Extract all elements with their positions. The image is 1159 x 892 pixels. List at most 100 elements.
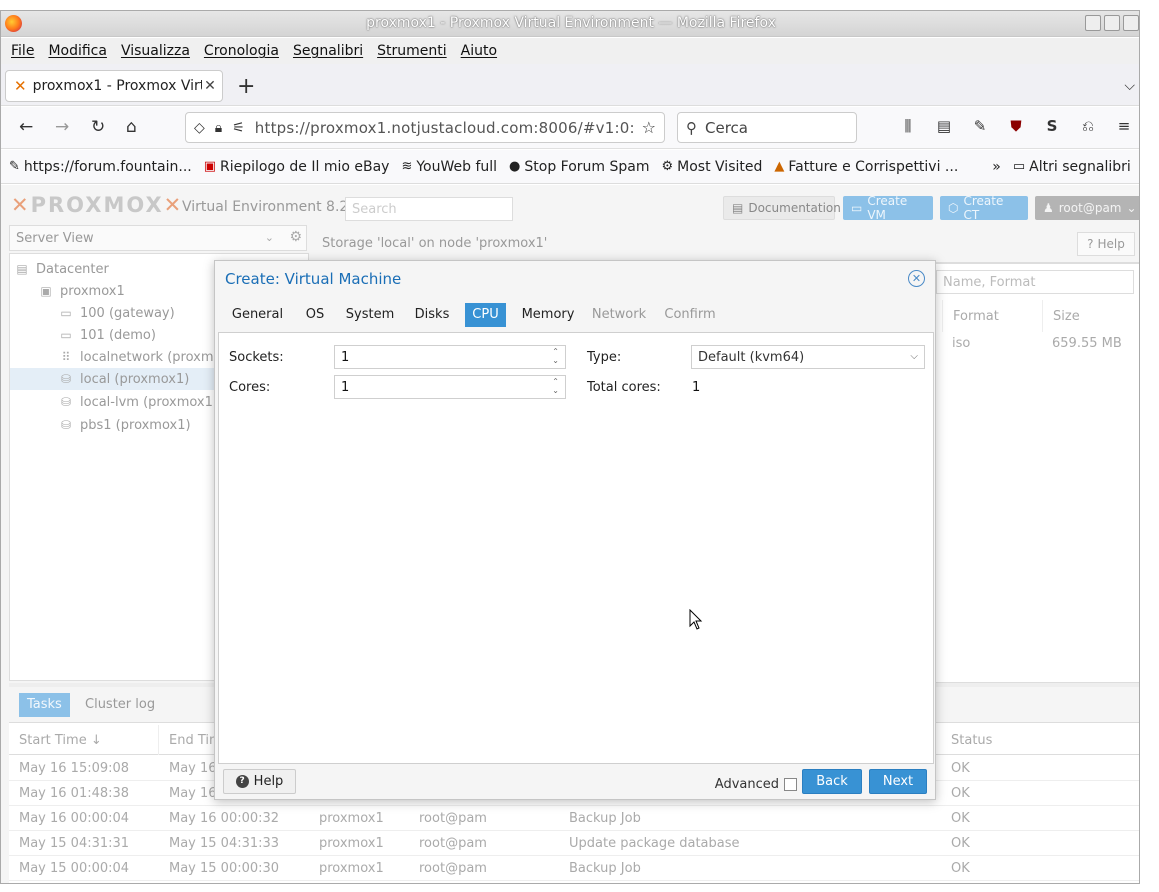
tree-item-vm[interactable]: ▭ 101 (demo)	[58, 324, 156, 346]
tree-label: local-lvm (proxmox1)	[80, 394, 218, 410]
cell-status: OK	[951, 811, 970, 826]
extension-icon[interactable]: ✎	[969, 117, 991, 135]
cell-size[interactable]: 659.55 MB	[1042, 336, 1132, 351]
create-ct-button[interactable]: ⬡ Create CT	[940, 194, 1028, 222]
bookmark-item[interactable]: ● Stop Forum Spam	[509, 159, 649, 175]
cell-start: May 16 01:48:38	[19, 786, 130, 801]
tab-general[interactable]: General	[225, 303, 290, 327]
tab-disks[interactable]: Disks	[410, 303, 454, 327]
back-button[interactable]: Back	[802, 769, 862, 794]
column-header-start-time[interactable]: Start Time ↓	[9, 725, 159, 755]
tab-os[interactable]: OS	[299, 303, 331, 327]
bookmark-item[interactable]: ✎ https://forum.fountain...	[9, 159, 192, 175]
column-header-format[interactable]: Format	[942, 300, 1040, 332]
cell-node: proxmox1	[319, 836, 384, 851]
help-button[interactable]: ? Help	[223, 769, 296, 794]
table-row[interactable]: May 15 00:00:04 May 15 00:00:30 proxmox1…	[9, 856, 1139, 881]
close-tab-icon[interactable]: ✕	[202, 78, 218, 94]
tree-item-node[interactable]: ▣ proxmox1	[38, 280, 125, 302]
cell-status: OK	[951, 836, 970, 851]
bookmark-star-icon[interactable]: ☆	[642, 118, 656, 137]
tree-label: proxmox1	[60, 283, 125, 299]
tab-memory[interactable]: Memory	[518, 303, 578, 327]
tab-system[interactable]: System	[343, 303, 397, 327]
s-extension-icon[interactable]: S	[1041, 117, 1063, 135]
menu-modifica[interactable]: Modifica	[48, 43, 107, 59]
new-tab-icon[interactable]: +	[237, 74, 255, 99]
shield-icon[interactable]: ◇	[194, 120, 205, 136]
spinner-arrows-icon[interactable]: ⌃ ⌄	[552, 377, 559, 395]
spinner-arrows-icon[interactable]: ⌃ ⌄	[552, 347, 559, 365]
forward-arrow-icon[interactable]: →	[55, 117, 69, 137]
bookmark-item[interactable]: ▣ Riepilogo de Il mio eBay	[204, 159, 390, 175]
extensions-puzzle-icon[interactable]: ⎌	[1077, 117, 1099, 135]
advanced-toggle[interactable]: Advanced	[715, 777, 797, 792]
advanced-checkbox[interactable]	[784, 778, 797, 791]
menu-aiuto[interactable]: Aiuto	[461, 43, 497, 59]
browser-tab[interactable]: ✕ proxmox1 - Proxmox Virtu ✕	[5, 70, 223, 102]
lock-icon[interactable]: 🔒︎	[215, 120, 222, 136]
home-icon[interactable]: ⌂	[126, 117, 137, 137]
tab-cluster-log[interactable]: Cluster log	[77, 693, 163, 717]
tab-tasks[interactable]: Tasks	[19, 693, 70, 717]
question-icon: ?	[1087, 237, 1094, 251]
library-icon[interactable]: ⫼	[897, 117, 919, 135]
column-header-status[interactable]: Status	[941, 725, 1139, 755]
reload-icon[interactable]: ↻	[91, 117, 105, 137]
url-text[interactable]: https://proxmox1.notjustacloud.com:8006/…	[255, 119, 634, 137]
cell-user: root@pam	[419, 811, 487, 826]
table-row[interactable]: May 16 00:00:04 May 16 00:00:32 proxmox1…	[9, 806, 1139, 831]
close-icon[interactable]: ✕	[908, 270, 925, 287]
tree-item-datacenter[interactable]: ▤ Datacenter	[14, 258, 109, 280]
create-vm-button[interactable]: ▭ Create VM	[843, 194, 933, 222]
menu-strumenti[interactable]: Strumenti	[377, 43, 447, 59]
content-help-button[interactable]: ? Help	[1077, 232, 1135, 256]
tab-cpu[interactable]: CPU	[465, 303, 506, 327]
chevron-down-icon[interactable]: ⌵	[910, 351, 918, 362]
bookmark-item[interactable]: ⚙ Most Visited	[662, 159, 763, 175]
cube-icon: ⬡	[948, 201, 959, 215]
minimize-button[interactable]	[1085, 15, 1101, 31]
user-menu-button[interactable]: ♟ root@pam ⌄	[1035, 196, 1139, 220]
other-bookmarks[interactable]: ▭ Altri segnalibri	[1013, 159, 1131, 175]
pve-version: Virtual Environment 8.2.2	[182, 199, 362, 215]
table-row[interactable]: May 15 04:31:31 May 15 04:31:33 proxmox1…	[9, 831, 1139, 856]
list-tabs-chevron-icon[interactable]: ⌵	[1124, 78, 1135, 94]
bookmark-item[interactable]: ≋ YouWeb full	[401, 159, 497, 175]
cell-end: May 16 00:00:32	[169, 811, 280, 826]
server-view-select[interactable]: Server View ⌄ ⚙	[9, 225, 307, 251]
tree-item-vm[interactable]: ▭ 100 (gateway)	[58, 302, 174, 324]
pve-search-input[interactable]: Search	[345, 197, 513, 221]
tree-label: pbs1 (proxmox1)	[80, 417, 191, 433]
ublock-icon[interactable]: ⛊	[1005, 117, 1027, 135]
column-header-size[interactable]: Size	[1042, 300, 1139, 332]
tree-item-storage[interactable]: ⛁ local-lvm (proxmox1)	[58, 391, 218, 413]
filter-input[interactable]: Name, Format	[936, 270, 1134, 294]
sidebar-icon[interactable]: ▤	[933, 117, 955, 135]
proxmox-logo: ✕PROXMOX✕	[11, 193, 184, 217]
menu-file[interactable]: File	[11, 43, 34, 59]
sockets-stepper[interactable]: 1 ⌃ ⌄	[334, 345, 566, 369]
back-arrow-icon[interactable]: ←	[19, 117, 33, 137]
tree-item-storage[interactable]: ⛁ pbs1 (proxmox1)	[58, 414, 191, 436]
more-bookmarks-chevron-icon[interactable]: »	[992, 159, 1001, 175]
documentation-button[interactable]: ▤ Documentation	[723, 196, 841, 220]
menu-cronologia[interactable]: Cronologia	[204, 43, 279, 59]
vm-running-icon: ▭	[60, 306, 72, 320]
hamburger-menu-icon[interactable]: ≡	[1113, 117, 1135, 135]
cores-stepper[interactable]: 1 ⌃ ⌄	[334, 375, 566, 399]
url-bar[interactable]: ◇ 🔒︎ ⚟ https://proxmox1.notjustacloud.co…	[185, 112, 665, 143]
bookmark-item[interactable]: ▲ Fatture e Corrispettivi ...	[774, 159, 958, 175]
menu-segnalibri[interactable]: Segnalibri	[293, 43, 363, 59]
cpu-type-select[interactable]: Default (kvm64) ⌵	[691, 345, 925, 369]
tree-label: local (proxmox1)	[80, 371, 190, 387]
close-window-button[interactable]	[1123, 15, 1139, 31]
menu-visualizza[interactable]: Visualizza	[121, 43, 190, 59]
search-input[interactable]: ⚲ Cerca	[677, 112, 857, 143]
maximize-button[interactable]	[1104, 15, 1120, 31]
logo-text: PROXMOX	[30, 193, 164, 217]
next-button[interactable]: Next	[869, 769, 927, 794]
cell-format[interactable]: iso	[942, 336, 980, 351]
gear-icon[interactable]: ⚙	[289, 229, 302, 245]
permissions-icon[interactable]: ⚟	[232, 120, 245, 136]
